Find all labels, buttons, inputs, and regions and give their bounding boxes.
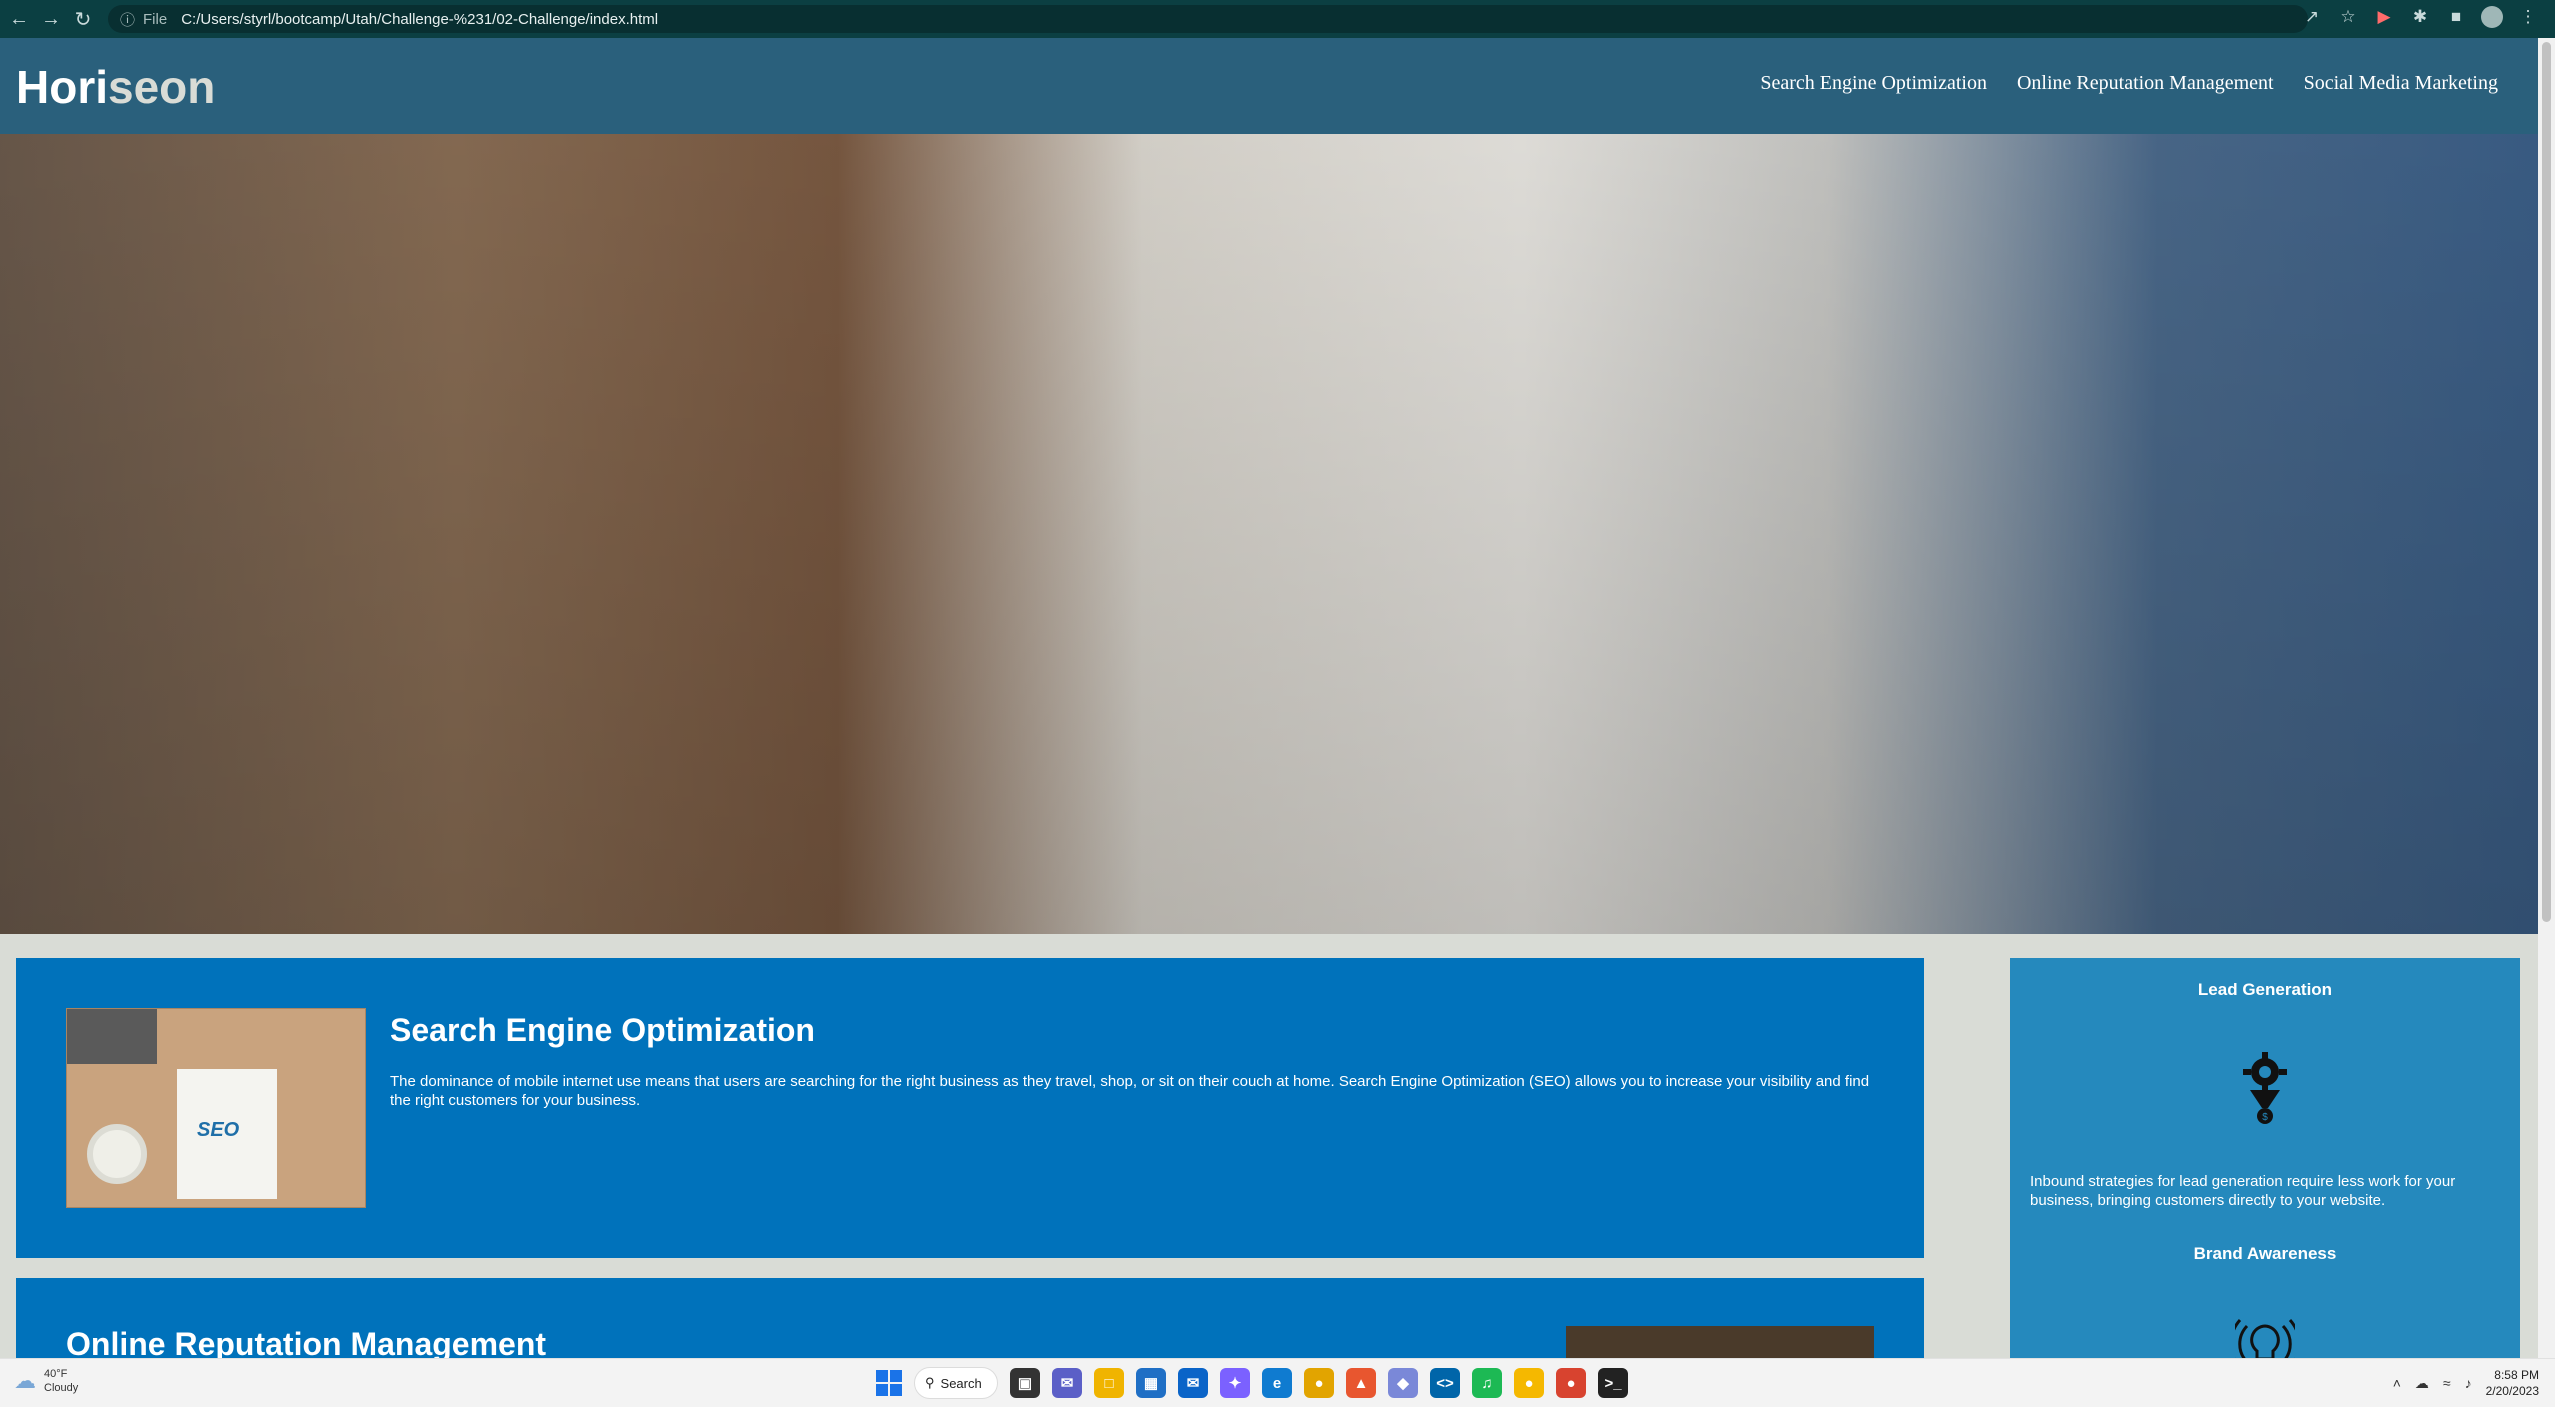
forward-arrow-icon[interactable]: → xyxy=(38,6,64,32)
reload-icon[interactable]: ↻ xyxy=(70,6,96,32)
store-icon[interactable]: ▦ xyxy=(1136,1368,1166,1398)
cloud-icon: ☁ xyxy=(14,1368,36,1393)
share-icon[interactable]: ↗ xyxy=(2301,6,2323,28)
logo-accent: seon xyxy=(108,61,216,113)
taskbar-search[interactable]: ⚲ Search xyxy=(914,1367,998,1399)
spotify-icon[interactable]: ♫ xyxy=(1472,1368,1502,1398)
address-bar[interactable]: ⓘ File C:/Users/styrl/bootcamp/Utah/Chal… xyxy=(108,5,2308,33)
star-icon[interactable]: ☆ xyxy=(2337,6,2359,28)
wifi-icon[interactable]: ≈ xyxy=(2443,1375,2451,1391)
coffee-cup-shape xyxy=(87,1124,147,1184)
site-logo: Horiseon xyxy=(16,60,215,114)
windows-taskbar: ☁ 40°F Cloudy ⚲ Search ▣ ✉ □ ▦ ✉ ✦ e ● ▲… xyxy=(0,1358,2555,1407)
chrome-icon[interactable]: ● xyxy=(1304,1368,1334,1398)
back-arrow-icon[interactable]: ← xyxy=(6,6,32,32)
mail-icon[interactable]: ✉ xyxy=(1178,1368,1208,1398)
teams-chat-icon[interactable]: ✉ xyxy=(1052,1368,1082,1398)
orm-section: Online Reputation Management xyxy=(16,1278,1924,1368)
svg-text:$: $ xyxy=(2262,1112,2268,1123)
vscode-icon[interactable]: <> xyxy=(1430,1368,1460,1398)
site-nav: Search Engine Optimization Online Reputa… xyxy=(1760,72,2498,95)
browser-tools: ↗ ☆ ▶ ✱ ■ ⋮ xyxy=(2301,6,2539,28)
sidebar-icon[interactable]: ■ xyxy=(2445,6,2467,28)
clock[interactable]: 8:58 PM 2/20/2023 xyxy=(2486,1367,2539,1399)
gitkraken-icon[interactable]: ◆ xyxy=(1388,1368,1418,1398)
taskbar-apps: ⚲ Search ▣ ✉ □ ▦ ✉ ✦ e ● ▲ ◆ <> ♫ ● ● >_ xyxy=(876,1367,1628,1399)
seo-title: Search Engine Optimization xyxy=(390,1012,815,1048)
brand-awareness-icon xyxy=(2235,1319,2295,1358)
site-header: Horiseon Search Engine Optimization Onli… xyxy=(0,38,2538,134)
hero-shade xyxy=(0,134,2538,934)
chrome-active-icon[interactable]: ● xyxy=(1556,1368,1586,1398)
weather-widget[interactable]: ☁ 40°F Cloudy xyxy=(14,1367,78,1395)
weather-desc: Cloudy xyxy=(44,1382,79,1394)
laptop-shape xyxy=(67,1009,157,1064)
volume-icon[interactable]: ♪ xyxy=(2465,1375,2472,1391)
brave-icon[interactable]: ▲ xyxy=(1346,1368,1376,1398)
profile-avatar-icon[interactable] xyxy=(2481,6,2503,28)
terminal-icon[interactable]: >_ xyxy=(1598,1368,1628,1398)
nav-link-seo[interactable]: Search Engine Optimization xyxy=(1760,72,1987,95)
onedrive-icon[interactable]: ☁ xyxy=(2415,1375,2429,1392)
task-view-icon[interactable]: ▣ xyxy=(1010,1368,1040,1398)
menu-dots-icon[interactable]: ⋮ xyxy=(2517,6,2539,28)
brand-awareness-title: Brand Awareness xyxy=(2193,1244,2337,1263)
nav-link-smm[interactable]: Social Media Marketing xyxy=(2304,72,2498,95)
copilot-icon[interactable]: ✦ xyxy=(1220,1368,1250,1398)
lead-generation-text: Inbound strategies for lead generation r… xyxy=(2030,1173,2456,1209)
chrome-canary-icon[interactable]: ● xyxy=(1514,1368,1544,1398)
hero-image xyxy=(0,134,2538,934)
weather-temp: 40°F xyxy=(44,1368,68,1380)
system-tray: ˄ ☁ ≈ ♪ 8:58 PM 2/20/2023 xyxy=(2393,1367,2539,1399)
lead-generation-title: Lead Generation xyxy=(2197,980,2333,999)
edge-icon[interactable]: e xyxy=(1262,1368,1292,1398)
puzzle-icon[interactable]: ✱ xyxy=(2409,6,2431,28)
logo-main: Hori xyxy=(16,61,108,113)
info-icon[interactable]: ⓘ xyxy=(120,9,135,30)
clock-date: 2/20/2023 xyxy=(2485,1384,2539,1398)
seo-section: SEO Search Engine Optimization The domin… xyxy=(16,958,1924,1258)
seo-image-word: SEO xyxy=(197,1119,240,1141)
search-icon: ⚲ xyxy=(925,1375,935,1390)
chevron-up-icon[interactable]: ˄ xyxy=(2393,1375,2401,1391)
clock-time: 8:58 PM xyxy=(2494,1368,2539,1382)
browser-toolbar: ← → ↻ ⓘ File C:/Users/styrl/bootcamp/Uta… xyxy=(0,0,2555,38)
benefits-sidebar: Lead Generation $ Inbound strategies for… xyxy=(2010,958,2520,1358)
taskbar-search-label: Search xyxy=(940,1375,982,1391)
nav-link-orm[interactable]: Online Reputation Management xyxy=(2017,72,2274,95)
seo-text: The dominance of mobile internet use mea… xyxy=(390,1073,1870,1109)
seo-image: SEO xyxy=(66,1008,366,1208)
file-label: File xyxy=(143,10,168,28)
scrollbar-thumb[interactable] xyxy=(2542,42,2551,922)
page-scrollbar[interactable] xyxy=(2538,38,2555,1358)
windows-start-icon[interactable] xyxy=(876,1370,902,1396)
url-text[interactable]: C:/Users/styrl/bootcamp/Utah/Challenge-%… xyxy=(181,11,658,28)
extension-icon[interactable]: ▶ xyxy=(2373,6,2395,28)
file-explorer-icon[interactable]: □ xyxy=(1094,1368,1124,1398)
lead-generation-icon: $ xyxy=(2243,1052,2287,1124)
